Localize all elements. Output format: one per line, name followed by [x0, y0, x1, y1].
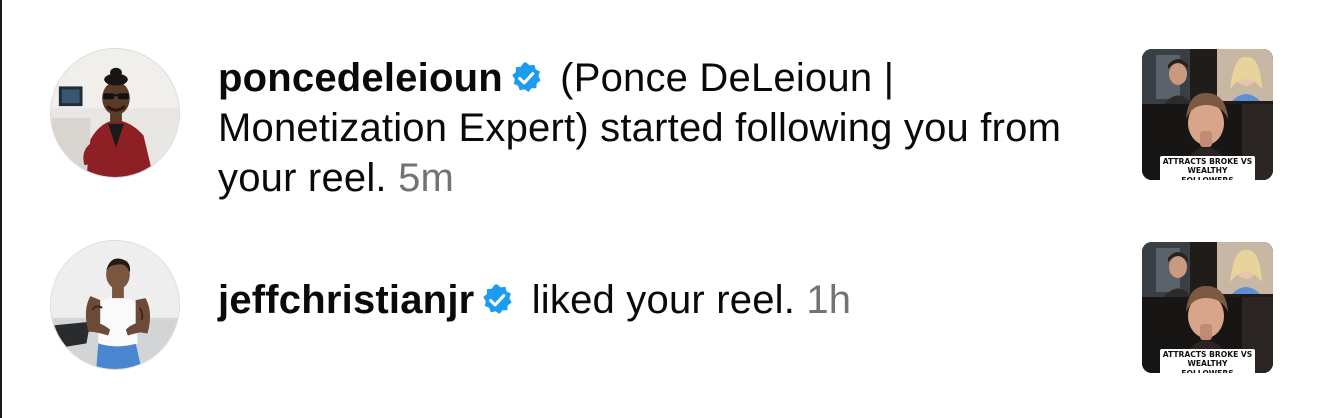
reel-thumbnail[interactable]: ATTRACTS BROKE VS WEALTHY FOLLOWERS — [1142, 49, 1273, 180]
notification-message: liked your reel. — [520, 278, 807, 322]
timestamp: 5m — [398, 156, 455, 200]
notification-text: jeffchristianjr liked your reel. 1h — [218, 275, 1078, 325]
avatar[interactable] — [50, 48, 180, 178]
reel-thumbnail[interactable]: ATTRACTS BROKE VS WEALTHY FOLLOWERS — [1142, 242, 1273, 373]
username-link[interactable]: poncedeleioun — [218, 56, 503, 100]
notification-item[interactable]: jeffchristianjr liked your reel. 1h ATTR… — [0, 238, 1320, 378]
avatar[interactable] — [50, 240, 180, 370]
thumbnail-caption: ATTRACTS BROKE VS WEALTHY FOLLOWERS — [1160, 349, 1255, 373]
verified-badge-icon — [480, 283, 514, 317]
caption-line-1: ATTRACTS BROKE VS — [1162, 350, 1253, 359]
avatar-image — [51, 49, 179, 177]
caption-line-2: WEALTHY FOLLOWERS — [1181, 166, 1233, 180]
verified-badge-icon — [509, 61, 543, 95]
timestamp: 1h — [806, 278, 852, 322]
notification-text: poncedeleioun (Ponce DeLeioun | Monetiza… — [218, 53, 1078, 203]
avatar-image — [51, 241, 179, 369]
username-link[interactable]: jeffchristianjr — [218, 278, 474, 322]
caption-line-1: ATTRACTS BROKE VS — [1162, 157, 1253, 166]
thumbnail-caption: ATTRACTS BROKE VS WEALTHY FOLLOWERS — [1160, 156, 1255, 180]
notification-item[interactable]: poncedeleioun (Ponce DeLeioun | Monetiza… — [0, 48, 1320, 200]
caption-line-2: WEALTHY FOLLOWERS — [1181, 359, 1233, 373]
